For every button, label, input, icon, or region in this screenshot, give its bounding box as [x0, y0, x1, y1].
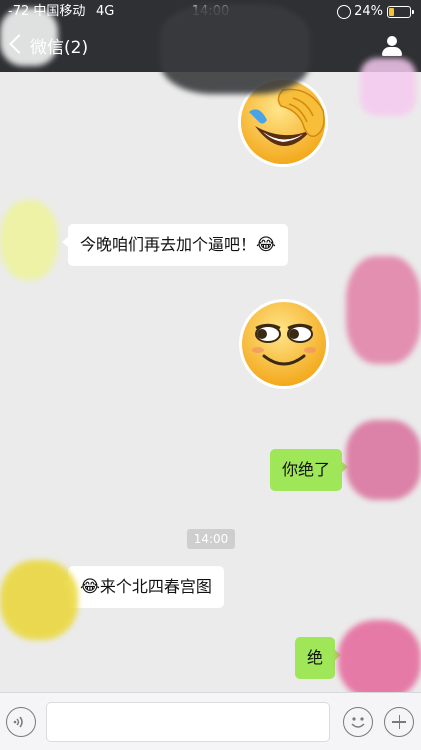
tears-of-joy-icon: 😂 — [256, 235, 276, 255]
message-bubble-received[interactable]: 今晚咱们再去加个逼吧！😂 — [62, 224, 288, 266]
paint-smudge — [0, 8, 58, 66]
message-bubble-received[interactable]: 😂来个北四春宫图 — [62, 566, 224, 608]
paint-smudge — [338, 620, 421, 700]
chat-input-bar — [0, 692, 421, 750]
message-bubble-sent[interactable]: 绝 — [295, 637, 342, 679]
tears-of-joy-icon: 😂 — [80, 577, 100, 597]
paint-smudge — [360, 58, 416, 116]
orientation-lock-icon — [337, 5, 351, 19]
message-text: 绝 — [307, 648, 324, 667]
message-bubble-sent[interactable]: 你绝了 — [270, 449, 349, 491]
paint-smudge — [0, 560, 78, 640]
message-text: 你绝了 — [282, 460, 331, 479]
plus-icon[interactable] — [384, 707, 414, 737]
profile-icon[interactable] — [381, 36, 403, 58]
voice-icon[interactable] — [6, 707, 36, 737]
battery-icon — [387, 6, 414, 18]
timestamp-chip: 14:00 — [187, 529, 235, 549]
battery-percent: 24% — [354, 4, 383, 19]
paint-smudge — [346, 420, 421, 500]
message-text: 来个北四春宫图 — [99, 577, 212, 596]
emoji-icon[interactable] — [343, 707, 373, 737]
message-text: 今晚咱们再去加个逼吧！ — [80, 235, 257, 254]
smirk-emoji[interactable] — [238, 298, 330, 390]
message-input[interactable] — [46, 702, 330, 742]
paint-smudge — [346, 256, 421, 364]
paint-smudge — [160, 4, 310, 94]
paint-smudge — [0, 200, 58, 280]
